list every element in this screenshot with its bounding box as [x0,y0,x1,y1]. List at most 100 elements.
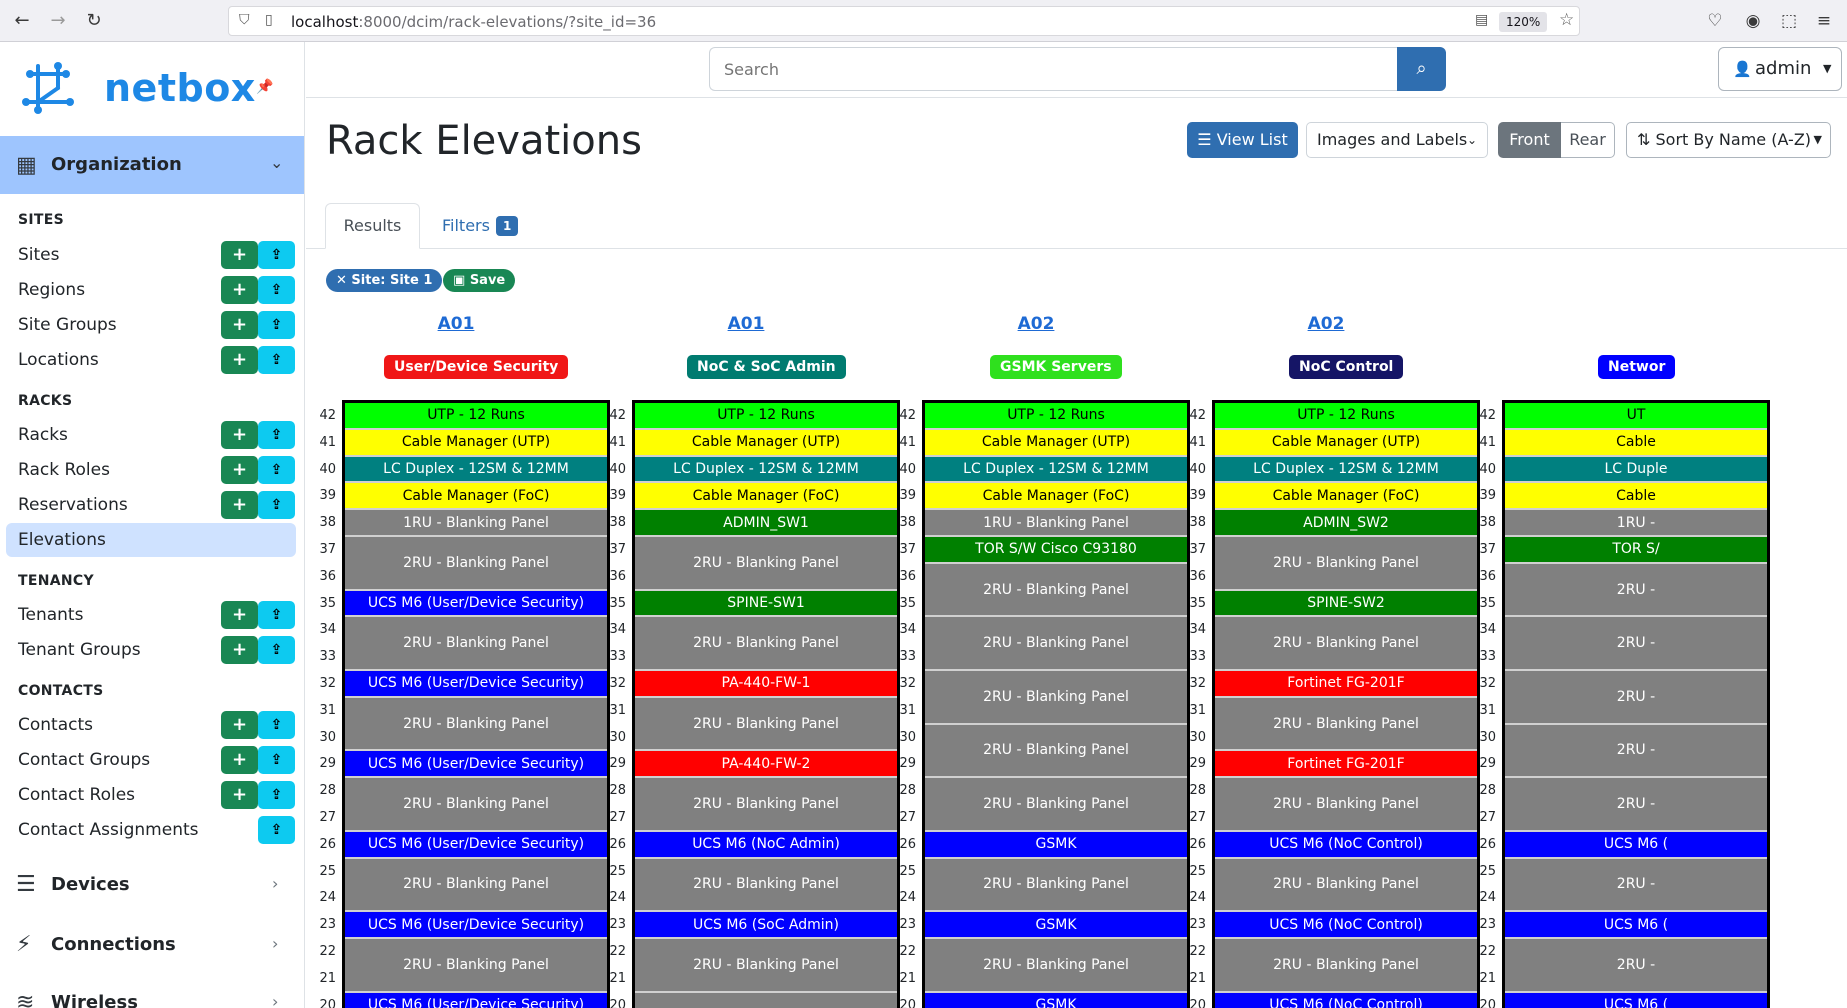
sidebar-item-contacts[interactable]: Contacts + ⇪ [0,708,296,742]
import-icon[interactable]: ⇪ [258,276,295,304]
rack-name-link[interactable]: A01 [606,314,886,334]
rack-device[interactable]: SPINE-SW1 [635,590,897,618]
add-icon[interactable]: + [221,421,258,449]
display-mode-select[interactable]: Images and Labels ⌄ [1306,122,1488,158]
rack-device[interactable]: UCS M6 (NoC Control) [1215,992,1477,1008]
site-filter-chip[interactable]: ✕ Site: Site 1 [326,269,443,292]
rack-device[interactable]: 2RU - Blanking Panel [1215,617,1477,671]
add-icon[interactable]: + [221,711,258,739]
import-icon[interactable]: ⇪ [258,711,295,739]
rack-device[interactable]: UCS M6 (User/Device Security) [345,831,607,859]
add-icon[interactable]: + [221,491,258,519]
rack-device[interactable]: Fortinet FG-201F [1215,751,1477,779]
rack-device[interactable]: 2RU - Blanking Panel [925,563,1187,618]
rack-device[interactable]: 1RU - Blanking Panel [345,510,607,537]
rack-device[interactable]: Cable Manager (UTP) [925,429,1187,457]
rack-device[interactable]: 2RU - Blanking Panel [345,697,607,752]
rack-device[interactable]: Cable Manager (FoC) [345,483,607,511]
rack-device[interactable]: 2RU - Blanking Panel [1215,939,1477,993]
rack-device[interactable]: UCS M6 (NoC Admin) [635,831,897,859]
rack-device[interactable]: UCS M6 (User/Device Security) [345,912,607,939]
rack-device[interactable]: Fortinet FG-201F [1215,671,1477,698]
rack-device[interactable]: LC Duplex - 12SM & 12MM [1215,456,1477,484]
rack-device[interactable]: 2RU - Blanking Panel [345,617,607,671]
import-icon[interactable]: ⇪ [258,816,295,844]
rack-device[interactable]: UCS M6 (NoC Control) [1215,912,1477,939]
search-button[interactable]: ⌕ [1397,47,1446,91]
address-bar[interactable]: ⛉ ▯ localhost:8000/dcim/rack-elevations/… [228,6,1580,36]
rack-device[interactable]: UCS M6 (User/Device Security) [345,751,607,779]
forward-arrow-icon[interactable]: → [46,9,70,33]
rack-device[interactable]: 2RU - Blanking Panel [345,858,607,913]
rack-device[interactable]: Cable Manager (UTP) [1215,429,1477,457]
view-list-button[interactable]: ☰ View List [1187,122,1298,158]
save-filter-button[interactable]: ▣ Save [443,269,516,292]
rack-device[interactable]: Cable Manager (UTP) [345,429,607,457]
import-icon[interactable]: ⇪ [258,346,295,374]
tab-results[interactable]: Results [325,203,420,249]
pocket-icon[interactable]: ♡ [1703,9,1727,33]
rack-device[interactable]: UCS M6 ( [1505,992,1767,1008]
rack-device[interactable]: TOR S/W Cisco C93180 [925,537,1187,564]
rack-device[interactable]: 2RU - Blanking Panel [635,858,897,913]
sidebar-group-connections[interactable]: ⚡ Connections › [0,920,304,970]
pin-icon[interactable]: 📌 [256,79,273,95]
rack-device[interactable]: UTP - 12 Runs [345,403,607,430]
rack-device[interactable]: UCS M6 (NoC Control) [1215,831,1477,859]
rack-device[interactable]: TOR S/ [1505,537,1767,564]
rack-device[interactable]: 2RU - Blanking Panel [635,617,897,671]
user-menu-button[interactable]: 👤 admin ▼ [1718,47,1842,91]
rack-device[interactable]: UTP - 12 Runs [635,403,897,430]
rack-device[interactable]: Cable [1505,429,1767,457]
add-icon[interactable]: + [221,346,258,374]
rack-name-link[interactable]: A02 [1186,314,1466,334]
add-icon[interactable]: + [221,746,258,774]
rack-device[interactable]: UTP - 12 Runs [925,403,1187,430]
sidebar-item-site-groups[interactable]: Site Groups + ⇪ [0,308,296,342]
rack-device[interactable]: SPINE-SW2 [1215,590,1477,618]
sidebar-item-rack-roles[interactable]: Rack Roles + ⇪ [0,453,296,487]
rack-device[interactable]: 2RU - Blanking Panel [345,939,607,993]
search-input[interactable] [709,47,1404,91]
sidebar-item-contact-assignments[interactable]: Contact Assignments ⇪ [0,813,296,847]
rack-device[interactable]: GSMK [925,992,1187,1008]
rack-device[interactable]: 2RU - [1505,671,1767,725]
menu-icon[interactable]: ≡ [1812,9,1836,33]
rack-device[interactable]: UCS M6 ( [1505,831,1767,859]
sidebar-item-elevations[interactable]: Elevations [6,523,296,557]
sidebar-item-locations[interactable]: Locations + ⇪ [0,343,296,377]
rack-device[interactable]: 2RU - Blanking Panel [1215,537,1477,591]
import-icon[interactable]: ⇪ [258,746,295,774]
sidebar-item-sites[interactable]: Sites + ⇪ [0,238,296,272]
rack-device[interactable]: 2RU - Blanking Panel [1215,858,1477,913]
import-icon[interactable]: ⇪ [258,491,295,519]
rack-device[interactable]: 2RU - Blanking Panel [925,858,1187,913]
rack-device[interactable]: GSMK [925,831,1187,859]
rack-device[interactable]: 2RU - Blanking Panel [1215,778,1477,832]
import-icon[interactable]: ⇪ [258,421,295,449]
rack-device[interactable]: 2RU - [1505,778,1767,832]
rack-device[interactable]: ADMIN_SW2 [1215,510,1477,537]
tab-filters[interactable]: Filters 1 [442,203,519,249]
rack-device[interactable]: LC Duplex - 12SM & 12MM [635,456,897,484]
rack-device[interactable]: ADMIN_SW1 [635,510,897,537]
rack-device[interactable]: 1RU - [1505,510,1767,537]
rack-device[interactable]: 2RU - Blanking Panel [635,778,897,832]
rack-device[interactable]: Cable Manager (FoC) [1215,483,1477,511]
rack-device[interactable]: UCS M6 (SoC Admin) [635,912,897,939]
back-arrow-icon[interactable]: ← [10,9,34,33]
rack-device[interactable]: 2RU - [1505,563,1767,618]
rack-device[interactable]: PA-440-FW-1 [635,671,897,698]
add-icon[interactable]: + [221,456,258,484]
add-icon[interactable]: + [221,311,258,339]
rack-device[interactable]: LC Duplex - 12SM & 12MM [925,456,1187,484]
rack-device[interactable]: 2RU - [1505,724,1767,779]
add-icon[interactable]: + [221,636,258,664]
reload-icon[interactable]: ↻ [82,9,106,33]
rack-device[interactable]: UCS M6 (User/Device Security) [345,992,607,1008]
rack-device[interactable]: Cable Manager (FoC) [635,483,897,511]
reader-mode-icon[interactable]: ▤ [1475,12,1488,28]
import-icon[interactable]: ⇪ [258,781,295,809]
sidebar-item-reservations[interactable]: Reservations + ⇪ [0,488,296,522]
rack-device[interactable]: 2RU - Blanking Panel [1215,697,1477,752]
